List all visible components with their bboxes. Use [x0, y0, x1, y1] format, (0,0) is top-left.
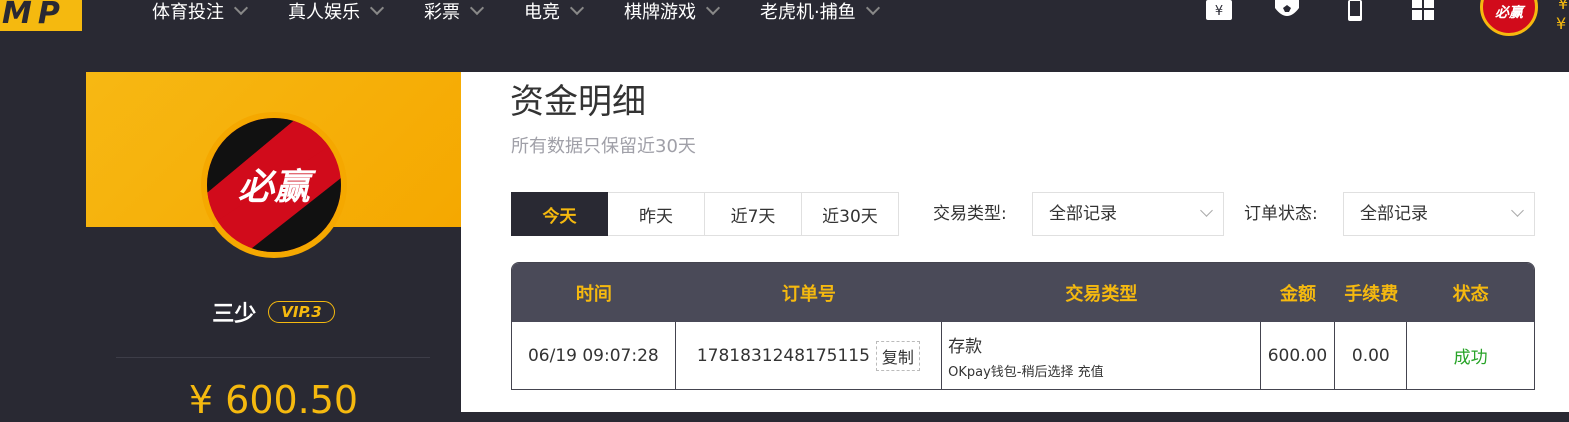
- status-filter-label: 订单状态:: [1244, 204, 1318, 224]
- status-badge: 成功: [1453, 348, 1488, 368]
- nav-label: 彩票: [424, 2, 460, 23]
- top-bar: MP 体育投注 真人娱乐 彩票 电竞 棋牌游戏 老虎机·捕鱼 ¥ 必赢 ¥ ¥: [0, 0, 1569, 72]
- balance-glyph: ¥: [1558, 0, 1569, 13]
- tab-yesterday[interactable]: 昨天: [608, 192, 705, 236]
- cell-time: 06/19 09:07:28: [512, 322, 676, 389]
- chevron-down-icon: [233, 0, 249, 16]
- status-filter-value: 全部记录: [1360, 204, 1428, 224]
- user-info: 三少 VIP.3: [86, 296, 461, 328]
- balance-amount: ¥ 600.50: [188, 378, 359, 422]
- tab-last-7-days[interactable]: 近7天: [705, 192, 802, 236]
- nav-item-slots-fishing[interactable]: 老虎机·捕鱼: [760, 0, 880, 23]
- chevron-down-icon: [469, 0, 485, 16]
- copy-button[interactable]: 复制: [875, 340, 920, 371]
- grid-icon[interactable]: [1409, 0, 1437, 22]
- main-content: 资金明细 所有数据只保留近30天 今天 昨天 近7天 近30天 交易类型: 全部…: [461, 72, 1569, 412]
- user-avatar-small[interactable]: 必赢: [1480, 0, 1538, 36]
- nav-label: 棋牌游戏: [624, 2, 696, 23]
- status-filter-select[interactable]: 全部记录: [1343, 192, 1535, 236]
- column-header-type: 交易类型: [1065, 283, 1138, 305]
- order-number: 1781831248175115: [696, 345, 870, 366]
- football-icon[interactable]: [1273, 0, 1301, 22]
- nav-label: 老虎机·捕鱼: [760, 2, 856, 23]
- nav-item-card-games[interactable]: 棋牌游戏: [624, 0, 721, 23]
- wallet-yen-icon[interactable]: ¥: [1205, 0, 1233, 22]
- cell-amount: 600.00: [1261, 322, 1336, 389]
- type-filter-value: 全部记录: [1049, 204, 1117, 224]
- tab-last-30-days[interactable]: 近30天: [802, 192, 899, 236]
- chevron-down-icon: [569, 0, 585, 16]
- page-title: 资金明细: [510, 82, 646, 122]
- chevron-down-icon: [705, 0, 721, 16]
- main-nav: 体育投注 真人娱乐 彩票 电竞 棋牌游戏 老虎机·捕鱼: [152, 0, 920, 26]
- chevron-down-icon: [1200, 204, 1213, 217]
- nav-label: 真人娱乐: [288, 2, 360, 23]
- column-header-status: 状态: [1452, 283, 1489, 305]
- cell-order-no: 1781831248175115 复制: [676, 322, 943, 389]
- table-row: 06/19 09:07:28 1781831248175115 复制 存款 OK…: [512, 322, 1534, 389]
- avatar-brand-text: 必赢: [237, 167, 310, 208]
- transaction-type-detail: OKpay钱包-稍后选择 充值: [948, 364, 1104, 380]
- top-icons: ¥: [1205, 0, 1477, 22]
- profile-panel: 必赢 三少 VIP.3 ¥ 600.50: [86, 72, 461, 422]
- date-tabs: 今天 昨天 近7天 近30天: [511, 192, 899, 236]
- nav-item-live-casino[interactable]: 真人娱乐: [288, 0, 385, 23]
- site-logo[interactable]: MP: [0, 0, 82, 31]
- chevron-down-icon: [865, 0, 880, 16]
- nav-item-sports[interactable]: 体育投注: [152, 0, 249, 23]
- nav-label: 电竞: [524, 2, 560, 23]
- tab-today[interactable]: 今天: [511, 192, 608, 236]
- type-filter-label: 交易类型:: [933, 204, 1007, 224]
- page-subtitle: 所有数据只保留近30天: [511, 136, 696, 157]
- balance-glyph: ¥: [1556, 14, 1567, 33]
- nav-label: 体育投注: [152, 2, 224, 23]
- cell-fee: 0.00: [1335, 322, 1408, 389]
- type-filter-select[interactable]: 全部记录: [1032, 192, 1224, 236]
- mobile-icon[interactable]: [1341, 0, 1369, 22]
- user-avatar[interactable]: 必赢: [201, 112, 347, 258]
- nav-item-lottery[interactable]: 彩票: [424, 0, 485, 23]
- divider: [116, 357, 430, 358]
- table-header: 时间 订单号 交易类型 金额 手续费 状态: [512, 263, 1534, 322]
- vip-badge: VIP.3: [268, 301, 335, 323]
- column-header-order-no: 订单号: [781, 283, 836, 305]
- cell-type: 存款 OKpay钱包-稍后选择 充值: [942, 322, 1261, 389]
- username: 三少: [212, 302, 257, 327]
- chevron-down-icon: [369, 0, 385, 16]
- column-header-time: 时间: [575, 283, 612, 305]
- nav-item-esports[interactable]: 电竞: [524, 0, 585, 23]
- column-header-amount: 金额: [1279, 283, 1316, 305]
- chevron-down-icon: [1511, 204, 1524, 217]
- column-header-fee: 手续费: [1344, 283, 1399, 305]
- transactions-table: 时间 订单号 交易类型 金额 手续费 状态 06/19 09:07:28 178…: [511, 262, 1535, 390]
- avatar-image: 必赢: [207, 118, 341, 252]
- transaction-type: 存款: [948, 336, 983, 357]
- svg-text:¥: ¥: [1215, 4, 1223, 19]
